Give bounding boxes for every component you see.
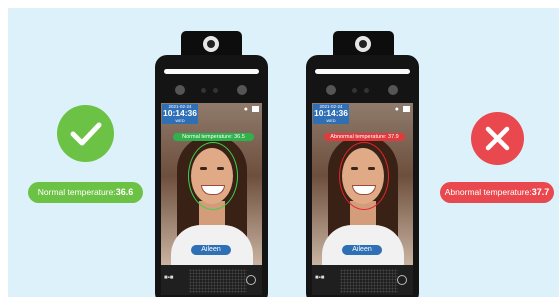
- check-icon: [70, 122, 102, 146]
- fill-light: [164, 69, 259, 74]
- nfc-icon: [397, 275, 407, 285]
- camera-module-abnormal: [333, 31, 394, 57]
- check-circle: [57, 105, 114, 162]
- sensor-dot-icon: [352, 88, 357, 93]
- wifi-icon: ●: [243, 106, 248, 113]
- speaker-panel: ■▪■: [312, 265, 413, 295]
- status-icon: [252, 106, 259, 112]
- screen-weekday: WED: [175, 118, 185, 123]
- card-reader-icon: ■▪■: [164, 275, 174, 281]
- abnormal-temperature-label: Abnormal temperature:: [444, 187, 532, 197]
- speaker-grille: [189, 269, 247, 293]
- recognized-name: Aileen: [191, 245, 231, 255]
- cross-circle: [471, 112, 524, 165]
- screen-weekday: WED: [326, 118, 336, 123]
- screen-temperature-bar: Normal temperature: 36.5: [173, 133, 254, 141]
- clock-widget: 2021-02-24 10:14:36 WED: [162, 104, 198, 124]
- abnormal-temperature-value: 37.7: [531, 187, 550, 197]
- wifi-icon: ●: [394, 106, 399, 113]
- recognized-name: Aileen: [342, 245, 382, 255]
- normal-temperature-label: Normal temperature:: [37, 187, 116, 197]
- camera-lens-icon: [203, 36, 219, 52]
- sensor-icon: [388, 85, 398, 95]
- face-detection-outline: [188, 142, 238, 210]
- product-illustration: Normal temperature:36.6 Abnormal tempera…: [8, 8, 559, 297]
- clock-widget: 2021-02-24 10:14:36 WED: [313, 104, 349, 124]
- nfc-icon: [246, 275, 256, 285]
- status-icon: [403, 106, 410, 112]
- sensor-icon: [175, 85, 185, 95]
- cross-icon: [485, 126, 510, 151]
- speaker-grille: [340, 269, 398, 293]
- fill-light: [315, 69, 410, 74]
- sensor-dot-icon: [213, 88, 218, 93]
- sensor-icon: [237, 85, 247, 95]
- camera-module-normal: [181, 31, 242, 57]
- screen-time: 10:14:36: [162, 108, 198, 118]
- device-normal: 2021-02-24 10:14:36 WED ● Normal tempera…: [155, 55, 268, 297]
- screen-temperature-bar: Abnormal temperature: 37.9: [324, 133, 405, 141]
- sensor-icon: [326, 85, 336, 95]
- face-detection-outline: [339, 142, 389, 210]
- screen-time: 10:14:36: [313, 108, 349, 118]
- card-reader-icon: ■▪■: [315, 275, 325, 281]
- sensor-dot-icon: [201, 88, 206, 93]
- normal-temperature-value: 36.6: [115, 187, 134, 197]
- abnormal-temperature-badge: Abnormal temperature:37.7: [440, 182, 554, 203]
- device-screen-abnormal: 2021-02-24 10:14:36 WED ● Abnormal tempe…: [312, 103, 413, 265]
- speaker-panel: ■▪■: [161, 265, 262, 295]
- normal-temperature-badge: Normal temperature:36.6: [28, 182, 143, 203]
- device-screen-normal: 2021-02-24 10:14:36 WED ● Normal tempera…: [161, 103, 262, 265]
- camera-lens-icon: [355, 36, 371, 52]
- sensor-dot-icon: [364, 88, 369, 93]
- device-abnormal: 2021-02-24 10:14:36 WED ● Abnormal tempe…: [306, 55, 419, 297]
